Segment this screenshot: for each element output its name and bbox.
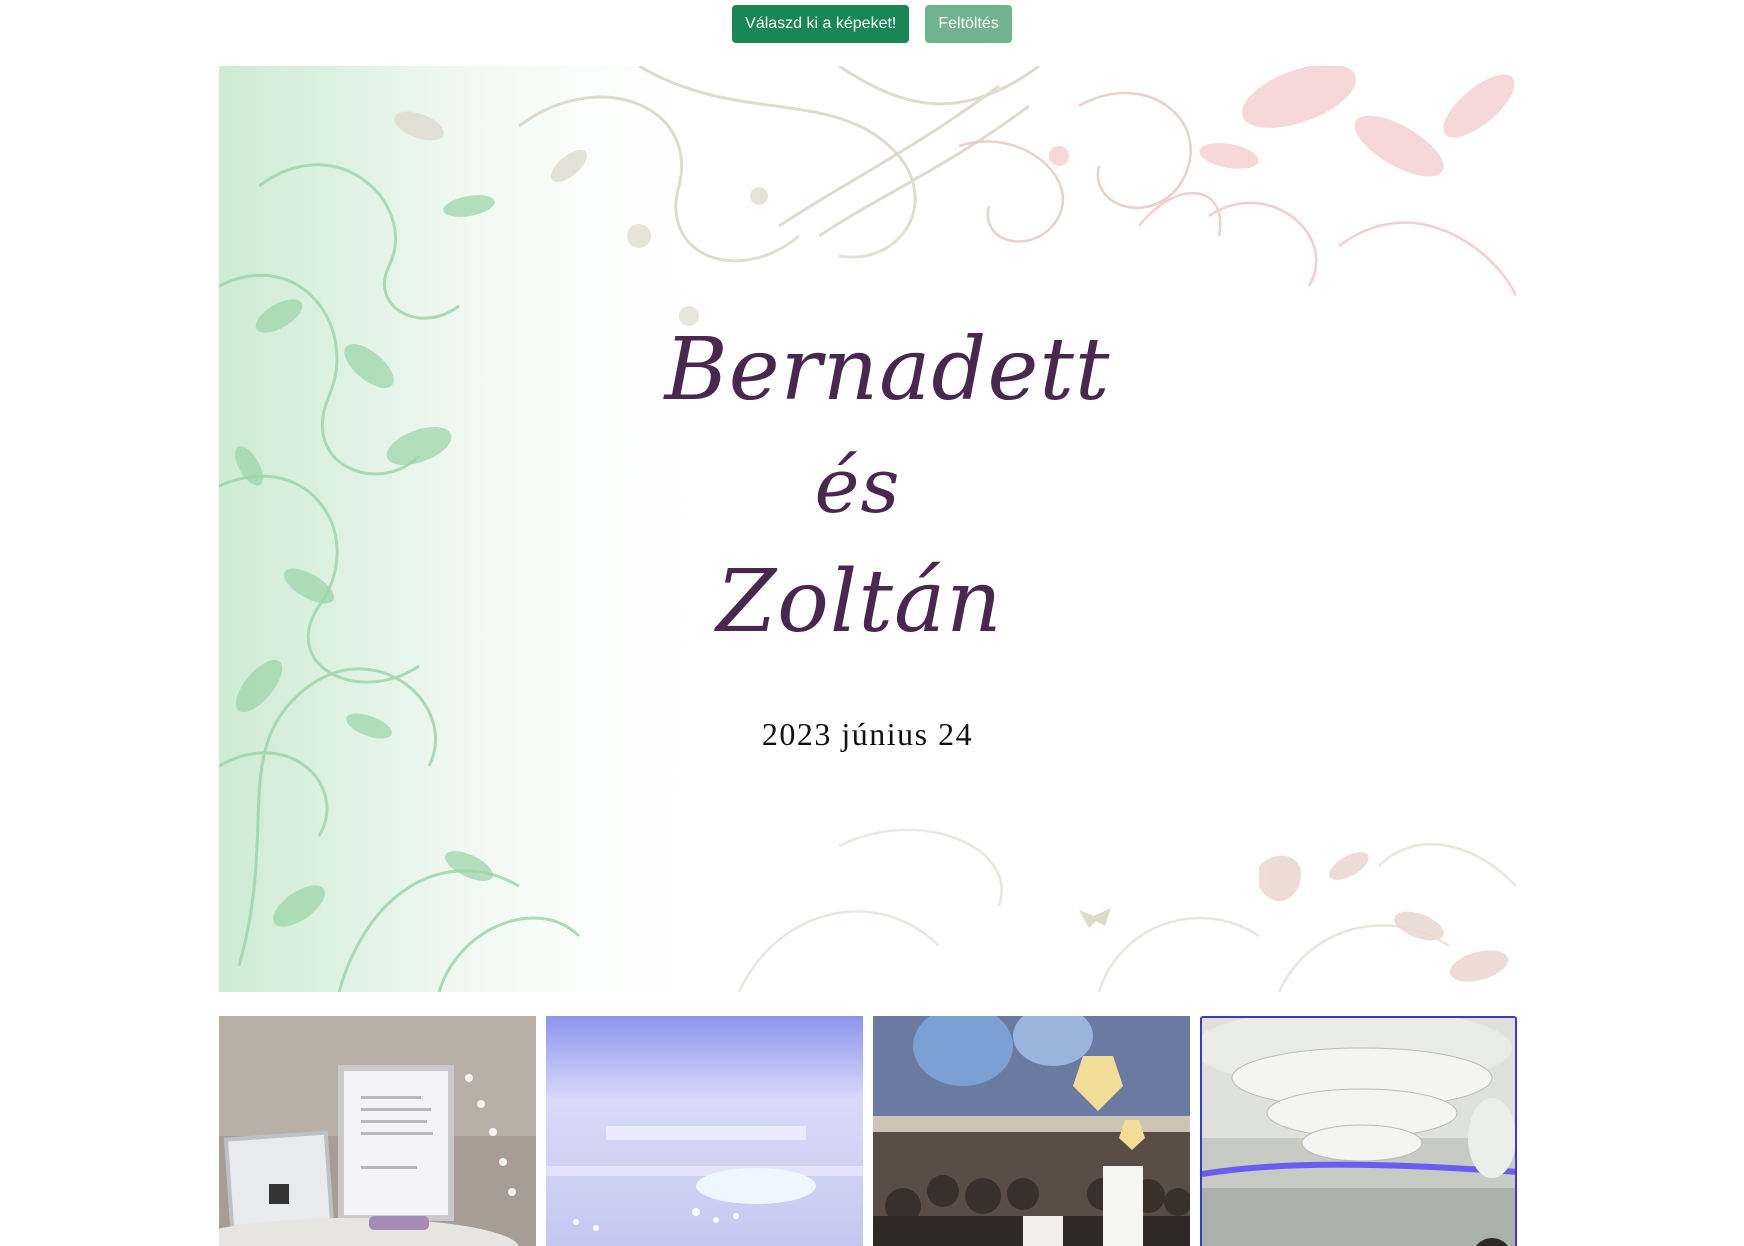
wedding-date: 2023 június 24 [761, 716, 974, 752]
bride-name: Bernadett [664, 320, 1111, 420]
page: Válaszd ki a képeket! Feltöltés Bernadet… [0, 0, 1744, 1246]
gallery-photo-guestbook[interactable] [219, 1016, 536, 1246]
upload-button[interactable]: Feltöltés [925, 5, 1012, 43]
gallery-photo-chandelier[interactable] [1200, 1016, 1517, 1246]
choose-images-button[interactable]: Válaszd ki a képeket! [732, 5, 910, 43]
cake-cutting-photo [873, 1016, 1190, 1246]
gallery-photo-ceiling[interactable] [546, 1016, 863, 1246]
chandelier-photo [1202, 1018, 1515, 1246]
wedding-banner: Bernadett és Zoltán 2023 június 24 [219, 66, 1516, 992]
upload-toolbar: Válaszd ki a képeket! Feltöltés [0, 4, 1744, 44]
photo-gallery [219, 1016, 1517, 1246]
gallery-photo-cake-cutting[interactable] [873, 1016, 1190, 1246]
ceiling-lights-photo [546, 1016, 863, 1246]
guestbook-table-photo [219, 1016, 536, 1246]
groom-name: Zoltán [716, 552, 1003, 652]
and-word: és [814, 441, 901, 530]
